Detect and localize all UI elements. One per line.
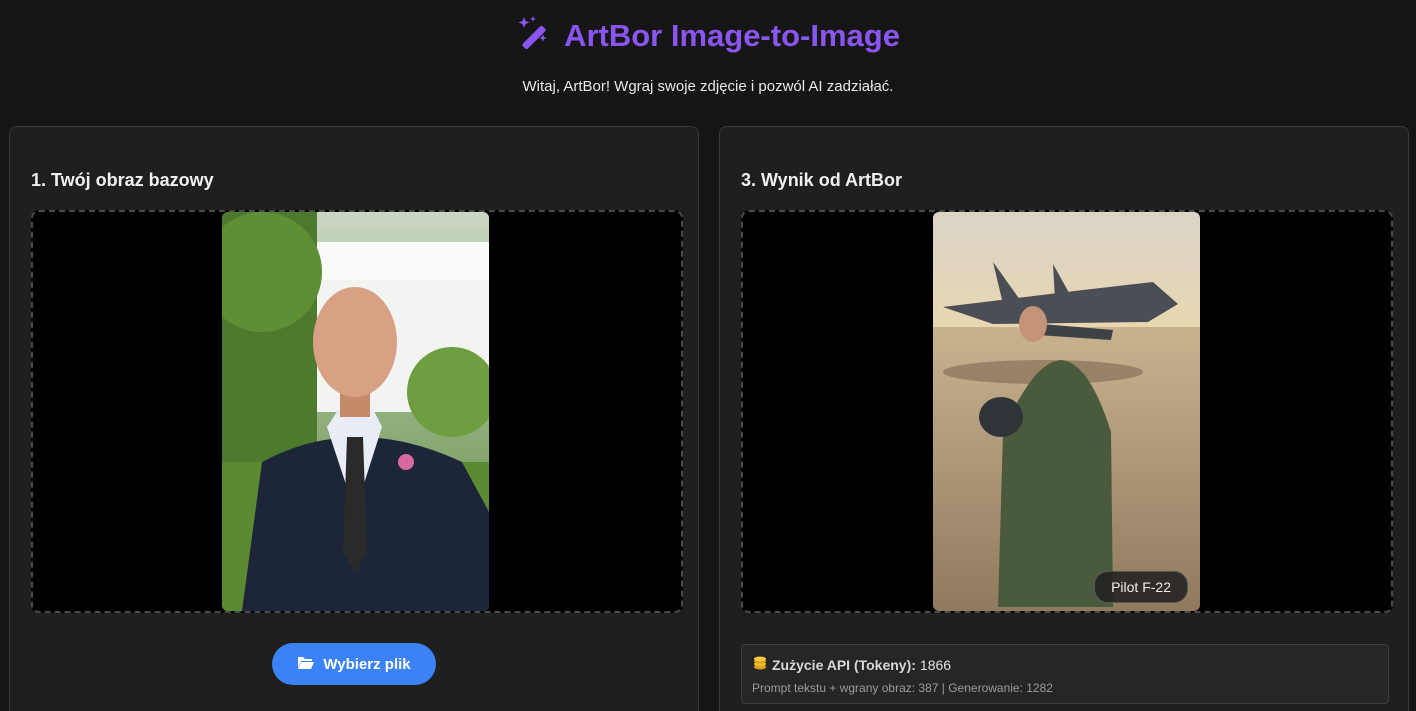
result-image-caption: Pilot F-22 — [1094, 571, 1188, 603]
base-image-preview — [222, 212, 489, 611]
welcome-subtitle: Witaj, ArtBor! Wgraj swoje zdjęcie i poz… — [522, 78, 894, 95]
app-header: ArtBor Image-to-Image Witaj, ArtBor! Wgr… — [0, 0, 1416, 120]
base-image-panel: 1. Twój obraz bazowy Wybierz plik — [9, 126, 699, 711]
api-usage-box: Zużycie API (Tokeny): 1866 Prompt tekstu… — [741, 644, 1389, 704]
result-panel: 3. Wynik od ArtBor Pilot F-22 Zużycie AP… — [719, 126, 1409, 711]
magic-wand-icon — [516, 14, 552, 58]
result-heading: 3. Wynik od ArtBor — [741, 170, 903, 190]
result-image-preview[interactable]: Pilot F-22 — [933, 212, 1200, 611]
folder-open-icon — [297, 654, 315, 674]
result-image-area: Pilot F-22 — [741, 210, 1393, 613]
base-image-dropzone[interactable] — [31, 210, 683, 613]
api-usage-summary: Zużycie API (Tokeny): 1866 — [752, 656, 1378, 673]
app-title: ArtBor Image-to-Image — [564, 18, 900, 53]
coins-icon — [752, 656, 768, 673]
base-image-heading: 1. Twój obraz bazowy — [31, 170, 214, 190]
choose-file-button[interactable]: Wybierz plik — [272, 643, 436, 685]
choose-file-label: Wybierz plik — [323, 655, 411, 673]
api-usage-label: Zużycie API (Tokeny): — [772, 656, 916, 673]
api-usage-detail: Prompt tekstu + wgrany obraz: 387 | Gene… — [752, 681, 1053, 695]
api-usage-total: 1866 — [919, 656, 952, 673]
app-title-row: ArtBor Image-to-Image — [0, 14, 1416, 58]
